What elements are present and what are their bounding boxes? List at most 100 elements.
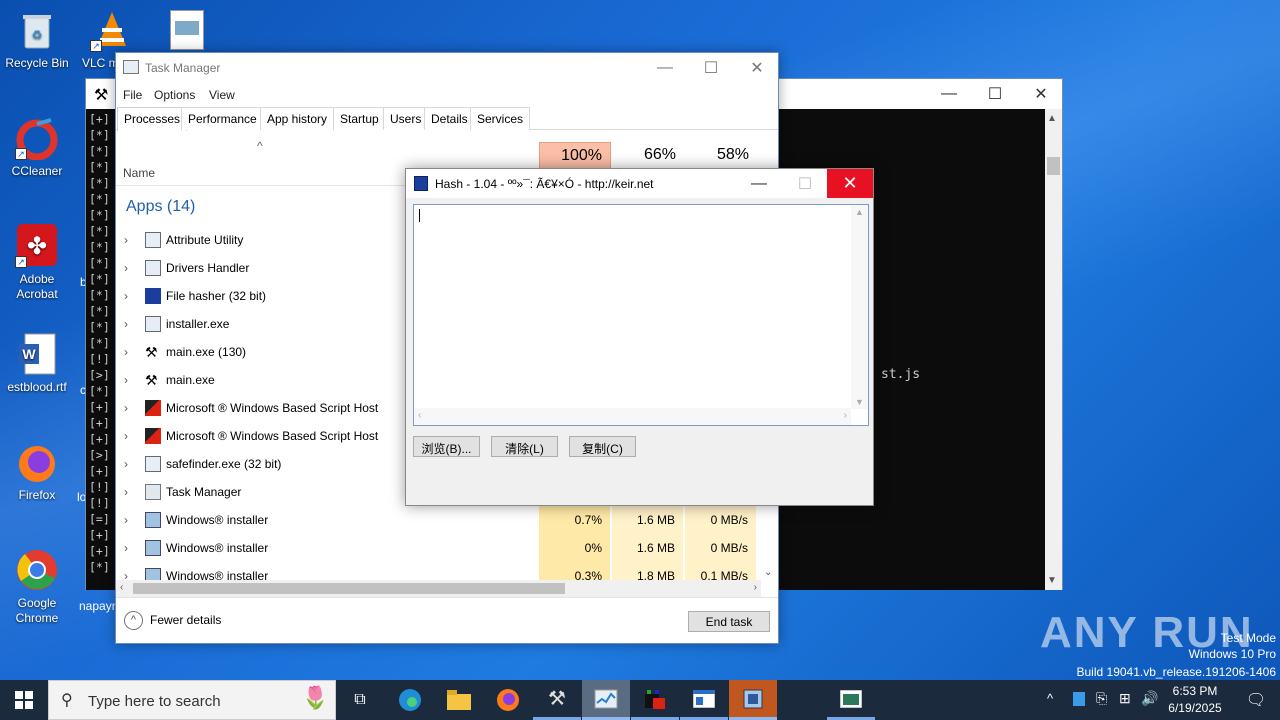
scroll-left-icon[interactable]: ‹: [418, 410, 421, 421]
group-header-apps[interactable]: Apps (14): [126, 198, 195, 216]
start-button[interactable]: [0, 680, 48, 720]
column-memory[interactable]: 66%: [612, 142, 684, 169]
svg-text:♻: ♻: [32, 28, 43, 42]
table-row[interactable]: › Windows® installer 0.3% 1.8 MB 0.1 MB/…: [116, 562, 760, 580]
app-window-taskbar-icon-2[interactable]: [827, 680, 875, 720]
scroll-down-icon[interactable]: ▼: [855, 397, 864, 407]
tab-services[interactable]: Services: [470, 107, 531, 130]
app-window-taskbar-icon[interactable]: [680, 680, 728, 720]
installer-taskbar-icon[interactable]: [729, 680, 777, 720]
scroll-right-icon[interactable]: ›: [754, 582, 757, 593]
scroll-up-icon[interactable]: ▲: [855, 207, 864, 217]
chevron-right-icon[interactable]: ›: [124, 233, 128, 247]
script-host-taskbar-icon[interactable]: [631, 680, 679, 720]
chevron-right-icon[interactable]: ›: [124, 261, 128, 275]
task-view-icon[interactable]: ⧉: [336, 680, 384, 720]
tab-app-history[interactable]: App history: [260, 107, 335, 130]
chevron-right-icon[interactable]: ›: [124, 541, 128, 555]
minimize-button[interactable]: —: [926, 79, 972, 109]
close-button[interactable]: ✕: [827, 169, 873, 198]
chevron-up-icon[interactable]: ^: [1047, 691, 1053, 706]
tab-performance[interactable]: Performance: [181, 107, 264, 130]
table-row[interactable]: › Windows® installer 0% 1.6 MB 0 MB/s: [116, 534, 760, 562]
edge-icon[interactable]: [386, 680, 434, 720]
chevron-right-icon[interactable]: ›: [124, 457, 128, 471]
menu-file[interactable]: File: [123, 88, 142, 102]
tray-device-icon[interactable]: ⊞: [1119, 690, 1131, 707]
collapse-circle-icon[interactable]: ^: [124, 611, 143, 630]
minimize-button[interactable]: —: [642, 53, 688, 83]
chevron-right-icon[interactable]: ›: [124, 345, 128, 359]
chevron-right-icon[interactable]: ›: [124, 429, 128, 443]
chevron-right-icon[interactable]: ›: [124, 513, 128, 527]
taskbar-search-box[interactable]: ⚲ Type here to search 🌷: [48, 680, 336, 720]
desktop-icon-ccleaner[interactable]: ↗ CCleaner: [0, 116, 74, 179]
desktop-file-icon[interactable]: [170, 10, 204, 50]
maximize-button[interactable]: ☐: [688, 53, 734, 83]
cpu-cell: 0.3%: [539, 562, 611, 580]
chevron-right-icon[interactable]: ›: [124, 373, 128, 387]
hash-titlebar[interactable]: Hash - 1.04 - ºº»¯: Ã€¥×Ó - http://keir.…: [406, 169, 873, 198]
clock[interactable]: 6:53 PM 6/19/2025: [1160, 680, 1230, 720]
desktop-icon-firefox[interactable]: Firefox: [0, 440, 74, 503]
windows-logo-icon: [15, 691, 33, 709]
column-name[interactable]: Name: [123, 166, 155, 180]
hash-dialog[interactable]: Hash - 1.04 - ºº»¯: Ã€¥×Ó - http://keir.…: [405, 168, 874, 506]
file-explorer-icon[interactable]: [435, 680, 483, 720]
cpu-cell: 0%: [539, 534, 611, 562]
copy-button[interactable]: 复制(C): [569, 436, 636, 457]
notification-icon[interactable]: 🗨: [1232, 680, 1280, 720]
vertical-scrollbar[interactable]: ▲ ▼: [851, 205, 868, 409]
close-button[interactable]: ✕: [1018, 79, 1064, 109]
horizontal-scrollbar[interactable]: ‹ ›: [116, 580, 761, 597]
menu-options[interactable]: Options: [154, 88, 195, 102]
scroll-thumb[interactable]: [1047, 157, 1060, 175]
scroll-down-icon[interactable]: ⌄: [764, 567, 772, 578]
chevron-right-icon[interactable]: ›: [124, 569, 128, 580]
desktop-icon-recycle-bin[interactable]: ♻ Recycle Bin: [0, 8, 74, 71]
scroll-up-icon[interactable]: ▲: [1047, 113, 1057, 124]
column-disk[interactable]: 58%: [685, 142, 757, 169]
scroll-down-icon[interactable]: ▼: [1047, 575, 1057, 586]
script-host-icon: [145, 400, 161, 416]
desktop-icon-label: Firefox: [18, 488, 56, 502]
volume-icon[interactable]: 🔊: [1141, 690, 1158, 707]
console-scrollbar[interactable]: ▲ ▼: [1045, 109, 1062, 590]
tab-details[interactable]: Details: [424, 107, 475, 130]
menu-view[interactable]: View: [209, 88, 235, 102]
hash-output-textarea[interactable]: ▲ ▼ ‹ ›: [413, 204, 869, 426]
tray-app-icon[interactable]: [1073, 692, 1085, 706]
sort-up-icon[interactable]: ^: [257, 139, 263, 153]
scroll-right-icon[interactable]: ›: [844, 410, 847, 421]
scroll-left-icon[interactable]: ‹: [120, 582, 123, 593]
svg-text:✤: ✤: [27, 233, 47, 260]
desktop-icon-estblood[interactable]: W estblood.rtf: [0, 332, 74, 395]
fewer-details-link[interactable]: Fewer details: [150, 613, 221, 627]
maximize-button[interactable]: ☐: [782, 169, 828, 198]
maximize-button[interactable]: ☐: [972, 79, 1018, 109]
desktop-icon-google-chrome[interactable]: Google Chrome: [0, 548, 74, 626]
chevron-right-icon[interactable]: ›: [124, 289, 128, 303]
horizontal-scrollbar[interactable]: ‹ ›: [414, 408, 851, 425]
close-button[interactable]: ✕: [734, 53, 780, 83]
tab-users[interactable]: Users: [383, 107, 429, 130]
chevron-right-icon[interactable]: ›: [124, 485, 128, 499]
task-manager-titlebar[interactable]: Task Manager — ☐ ✕: [116, 53, 778, 83]
tab-processes[interactable]: Processes: [117, 107, 188, 131]
column-cpu[interactable]: 100%: [539, 142, 611, 169]
clear-button[interactable]: 清除(L): [491, 436, 558, 457]
chevron-right-icon[interactable]: ›: [124, 401, 128, 415]
hammer-taskbar-icon[interactable]: ⚒: [533, 680, 581, 720]
firefox-taskbar-icon[interactable]: [484, 680, 532, 720]
browse-button[interactable]: 浏览(B)...: [413, 436, 480, 457]
scroll-thumb[interactable]: [133, 583, 565, 594]
end-task-button[interactable]: End task: [688, 611, 770, 632]
chevron-right-icon[interactable]: ›: [124, 317, 128, 331]
desktop-icon-adobe-acrobat[interactable]: ✤ ↗ Adobe Acrobat: [0, 224, 74, 302]
hammer-icon: ⚒: [145, 372, 158, 388]
minimize-button[interactable]: —: [736, 169, 782, 198]
table-row[interactable]: › Windows® installer 0.7% 1.6 MB 0 MB/s: [116, 506, 760, 534]
task-manager-taskbar-icon[interactable]: [582, 680, 630, 720]
network-icon[interactable]: ⎘: [1096, 690, 1107, 707]
tab-startup[interactable]: Startup: [333, 107, 386, 130]
